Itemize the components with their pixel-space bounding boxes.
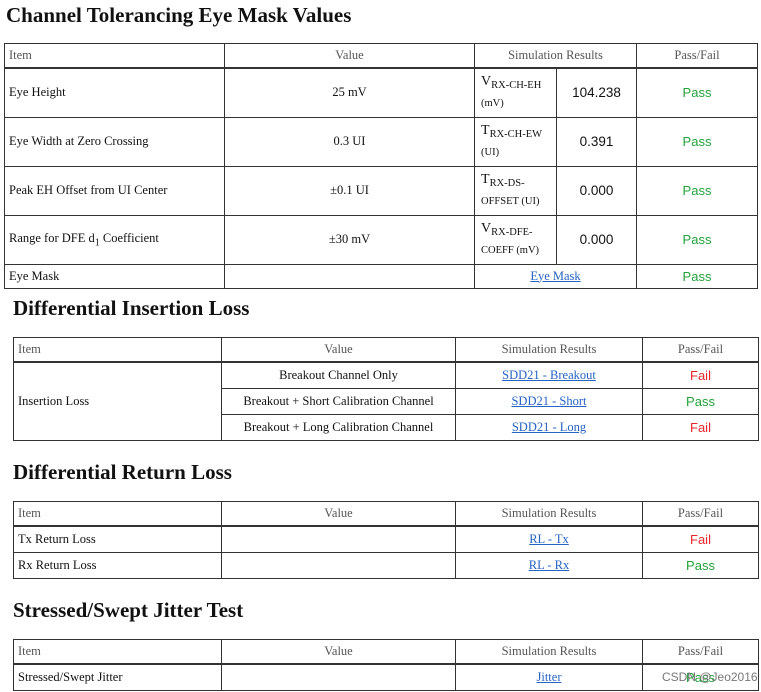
item-cell: Range for DFE d1 Coefficient [4, 214, 225, 265]
pass-fail-status: Fail [642, 413, 759, 441]
value-cell: Breakout + Long Calibration Channel [221, 413, 456, 441]
table-row: Eye Mask Eye Mask Pass [4, 263, 758, 289]
sdd21-short-link[interactable]: SDD21 - Short [511, 394, 586, 408]
sdd21-breakout-link[interactable]: SDD21 - Breakout [502, 368, 596, 382]
insertion-loss-table: Item Value Simulation Results Pass/Fail … [13, 337, 759, 441]
pass-fail-status: Pass [636, 165, 758, 216]
table-row: Eye Height 25 mV VRX-CH-EH (mV) 104.238 P… [4, 67, 758, 118]
value-cell: 25 mV [224, 67, 475, 118]
table-row: Rx Return Loss RL - Rx Pass [13, 551, 759, 579]
header-item: Item [4, 43, 225, 69]
section-insertion-loss: Differential Insertion Loss [13, 295, 249, 321]
jitter-table: Item Value Simulation Results Pass/Fail … [13, 639, 759, 691]
pass-fail-status: Pass [642, 551, 759, 579]
pass-fail-status: Fail [642, 525, 759, 553]
pass-fail-status: Pass [636, 116, 758, 167]
value-cell: 0.3 UI [224, 116, 475, 167]
pass-fail-status: Fail [642, 361, 759, 389]
value-cell: ±0.1 UI [224, 165, 475, 216]
item-cell: Eye Height [4, 67, 225, 118]
pass-fail-status: Pass [636, 67, 758, 118]
result-link-cell: RL - Rx [455, 551, 643, 579]
section-return-loss: Differential Return Loss [13, 459, 232, 485]
value-cell: Breakout + Short Calibration Channel [221, 387, 456, 415]
result-link-cell: RL - Tx [455, 525, 643, 553]
result-link-cell: SDD21 - Long [455, 413, 643, 441]
value-cell: ±30 mV [224, 214, 475, 265]
item-cell: Peak EH Offset from UI Center [4, 165, 225, 216]
table-header-row: Item Value Simulation Results Pass/Fail [13, 639, 759, 665]
rl-rx-link[interactable]: RL - Rx [529, 558, 570, 572]
item-cell: Eye Mask [4, 263, 225, 289]
table-row: Tx Return Loss RL - Tx Fail [13, 525, 759, 553]
eye-mask-table: Item Value Simulation Results Pass/Fail … [4, 43, 758, 289]
table-row: Stressed/Swept Jitter Jitter Pass [13, 663, 759, 691]
table-header-row: Item Value Simulation Results Pass/Fail [13, 501, 759, 527]
result-link-cell: SDD21 - Short [455, 387, 643, 415]
table-row: Peak EH Offset from UI Center ±0.1 UI TR… [4, 165, 758, 216]
pass-fail-status: Pass [636, 214, 758, 265]
header-item: Item [13, 639, 222, 665]
section-title-jitter-test: Stressed/Swept Jitter Test [13, 598, 244, 622]
value-cell: Breakout Channel Only [221, 361, 456, 389]
pass-fail-status: Pass [636, 263, 758, 289]
header-pass-fail: Pass/Fail [642, 501, 759, 527]
parameter-symbol: VRX-CH-EH (mV) [474, 67, 557, 118]
return-loss-table: Item Value Simulation Results Pass/Fail … [13, 501, 759, 579]
item-cell: Stressed/Swept Jitter [13, 663, 222, 691]
header-value: Value [224, 43, 475, 69]
header-value: Value [221, 501, 456, 527]
header-pass-fail: Pass/Fail [642, 337, 759, 363]
item-cell: Rx Return Loss [13, 551, 222, 579]
item-cell: Tx Return Loss [13, 525, 222, 553]
header-simulation-results: Simulation Results [474, 43, 637, 69]
parameter-symbol: VRX-DFE- COEFF (mV) [474, 214, 557, 265]
section-jitter-test: Stressed/Swept Jitter Test [13, 597, 243, 623]
result-value: 0.391 [556, 116, 637, 167]
eye-mask-link[interactable]: Eye Mask [530, 269, 580, 283]
result-link-cell: Eye Mask [474, 263, 637, 289]
value-cell-empty [224, 263, 475, 289]
header-value: Value [221, 639, 456, 665]
sdd21-long-link[interactable]: SDD21 - Long [512, 420, 586, 434]
section-title-eye-mask: Channel Tolerancing Eye Mask Values [6, 3, 352, 27]
header-simulation-results: Simulation Results [455, 501, 643, 527]
header-value: Value [221, 337, 456, 363]
jitter-link[interactable]: Jitter [537, 670, 562, 684]
section-title-return-loss: Differential Return Loss [13, 460, 232, 484]
table-header-row: Item Value Simulation Results Pass/Fail [13, 337, 759, 363]
table-header-row: Item Value Simulation Results Pass/Fail [4, 43, 758, 69]
item-cell: Insertion Loss [13, 361, 222, 441]
result-link-cell: SDD21 - Breakout [455, 361, 643, 389]
header-pass-fail: Pass/Fail [642, 639, 759, 665]
value-cell-empty [221, 663, 456, 691]
section-eye-mask: Channel Tolerancing Eye Mask Values [6, 2, 351, 28]
table-row: Insertion Loss Breakout Channel Only SDD… [13, 361, 759, 441]
parameter-symbol: TRX-CH-EW (UI) [474, 116, 557, 167]
table-row: Range for DFE d1 Coefficient ±30 mV VRX-… [4, 214, 758, 265]
header-item: Item [13, 337, 222, 363]
header-simulation-results: Simulation Results [455, 337, 643, 363]
result-value: 0.000 [556, 214, 637, 265]
header-simulation-results: Simulation Results [455, 639, 643, 665]
section-title-insertion-loss: Differential Insertion Loss [13, 296, 250, 320]
table-row: Eye Width at Zero Crossing 0.3 UI TRX-CH… [4, 116, 758, 167]
pass-fail-status: Pass [642, 387, 759, 415]
header-pass-fail: Pass/Fail [636, 43, 758, 69]
parameter-symbol: TRX-DS- OFFSET (UI) [474, 165, 557, 216]
result-value: 0.000 [556, 165, 637, 216]
result-value: 104.238 [556, 67, 637, 118]
item-cell: Eye Width at Zero Crossing [4, 116, 225, 167]
value-cell-empty [221, 525, 456, 553]
watermark: CSDN @Jeo2016 [662, 670, 758, 684]
header-item: Item [13, 501, 222, 527]
rl-tx-link[interactable]: RL - Tx [529, 532, 569, 546]
result-link-cell: Jitter [455, 663, 643, 691]
value-cell-empty [221, 551, 456, 579]
